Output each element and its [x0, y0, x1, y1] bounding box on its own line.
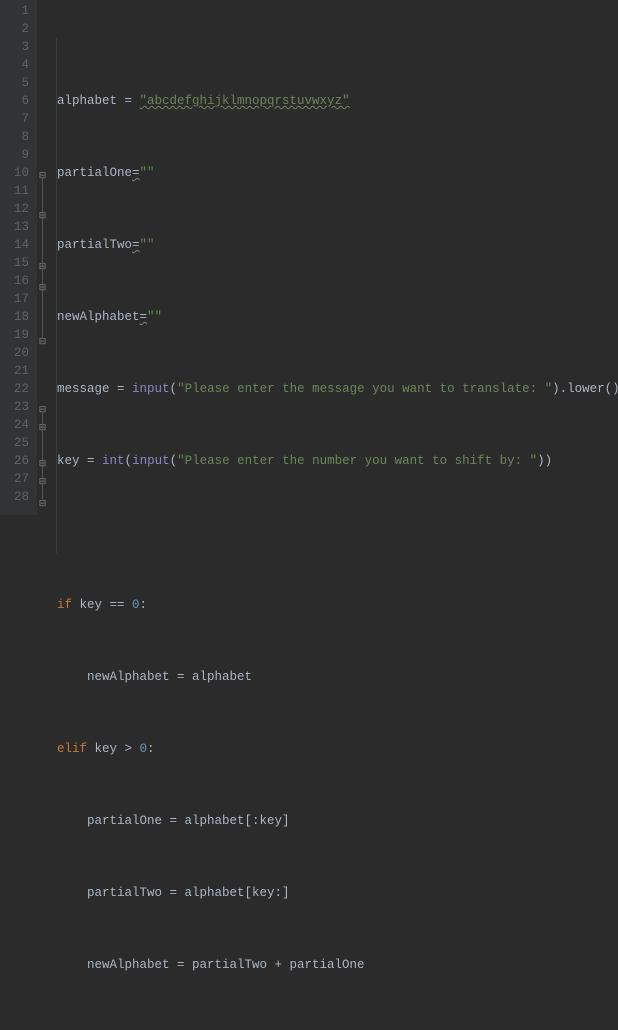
code-line[interactable]: partialOne="" — [37, 164, 618, 182]
line-number: 5 — [0, 74, 29, 92]
builtin-call: int — [102, 454, 125, 468]
line-number: 13 — [0, 218, 29, 236]
line-number: 26 — [0, 452, 29, 470]
fold-gutter: ⊟ ⊟ ⊟ ⊟ ⊟ ⊟ ⊟ ⊟ ⊟ ⊟ — [37, 38, 57, 553]
line-number: 12 — [0, 200, 29, 218]
variable: newAlphabet — [87, 958, 170, 972]
line-number: 7 — [0, 110, 29, 128]
line-number: 11 — [0, 182, 29, 200]
code-line[interactable] — [37, 524, 618, 542]
string-literal: "Please enter the number you want to shi… — [177, 454, 537, 468]
line-number: 4 — [0, 56, 29, 74]
line-number: 1 — [0, 2, 29, 20]
line-number: 3 — [0, 38, 29, 56]
line-number: 10 — [0, 164, 29, 182]
variable: alphabet — [57, 94, 117, 108]
code-line[interactable]: partialTwo="" — [37, 236, 618, 254]
code-editor[interactable]: ⊟ ⊟ ⊟ ⊟ ⊟ ⊟ ⊟ ⊟ ⊟ ⊟ alphabet = "abcdefgh… — [37, 0, 618, 515]
code-line[interactable]: partialTwo = alphabet[key:] — [37, 884, 618, 902]
line-number: 23 — [0, 398, 29, 416]
line-number: 21 — [0, 362, 29, 380]
code-line[interactable]: newAlphabet = partialTwo + partialOne — [37, 956, 618, 974]
number: 0 — [132, 598, 140, 612]
variable: partialOne — [87, 814, 162, 828]
line-number: 15 — [0, 254, 29, 272]
builtin-call: input — [132, 382, 170, 396]
variable: partialTwo — [57, 238, 132, 252]
line-number: 24 — [0, 416, 29, 434]
code-line[interactable]: if key == 0: — [37, 596, 618, 614]
keyword: if — [57, 598, 72, 612]
code-line[interactable]: else: — [37, 1028, 618, 1030]
line-number: 2 — [0, 20, 29, 38]
line-number: 19 — [0, 326, 29, 344]
line-number: 18 — [0, 308, 29, 326]
variable: newAlphabet — [57, 310, 140, 324]
code-line[interactable]: alphabet = "abcdefghijklmnopqrstuvwxyz" — [37, 92, 618, 110]
line-number: 28 — [0, 488, 29, 506]
line-number: 9 — [0, 146, 29, 164]
line-number: 16 — [0, 272, 29, 290]
code-line[interactable]: newAlphabet="" — [37, 308, 618, 326]
variable: key — [57, 454, 80, 468]
line-number: 25 — [0, 434, 29, 452]
line-number: 8 — [0, 128, 29, 146]
code-line[interactable]: partialOne = alphabet[:key] — [37, 812, 618, 830]
code-line[interactable]: elif key > 0: — [37, 740, 618, 758]
gutter: 1 2 3 4 5 6 7 8 9 10 11 12 13 14 15 16 1… — [0, 0, 37, 515]
variable: partialOne — [57, 166, 132, 180]
string-literal: "Please enter the message you want to tr… — [177, 382, 552, 396]
variable: message — [57, 382, 110, 396]
keyword: elif — [57, 742, 87, 756]
line-number: 17 — [0, 290, 29, 308]
line-number: 6 — [0, 92, 29, 110]
line-number: 27 — [0, 470, 29, 488]
code-line[interactable]: newAlphabet = alphabet — [37, 668, 618, 686]
line-number: 14 — [0, 236, 29, 254]
string-literal: "abcdefghijklmnopqrstuvwxyz" — [140, 94, 350, 108]
variable: partialTwo — [87, 886, 162, 900]
code-line[interactable]: message = input("Please enter the messag… — [37, 380, 618, 398]
builtin-call: input — [132, 454, 170, 468]
number: 0 — [140, 742, 148, 756]
code-line[interactable]: key = int(input("Please enter the number… — [37, 452, 618, 470]
variable: newAlphabet — [87, 670, 170, 684]
line-number: 22 — [0, 380, 29, 398]
line-number: 20 — [0, 344, 29, 362]
